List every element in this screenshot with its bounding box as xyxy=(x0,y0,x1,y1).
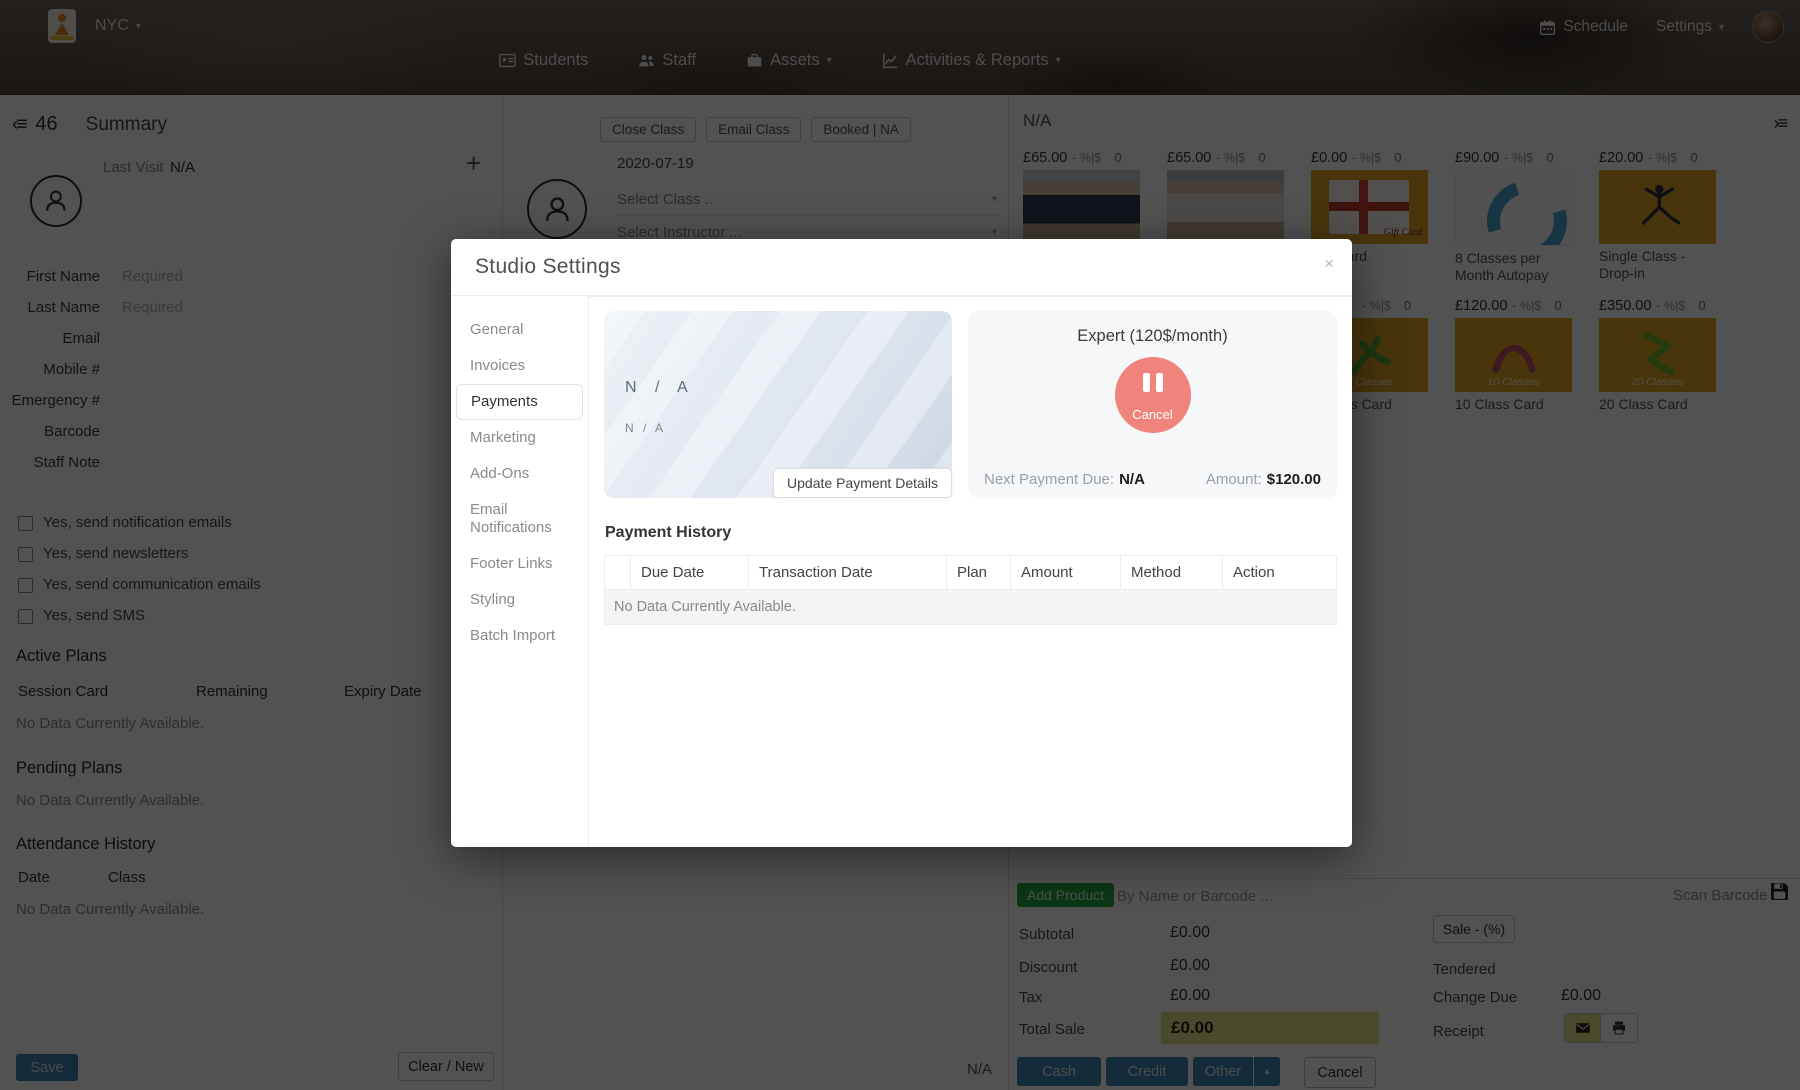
payment-card-preview: N / A N / A Update Payment Details xyxy=(604,311,952,498)
plan-title: Expert (120$/month) xyxy=(1077,327,1228,345)
settings-tab-list: General Invoices Payments Marketing Add-… xyxy=(451,296,588,847)
tab-payments[interactable]: Payments xyxy=(456,384,583,420)
column-header: Due Date xyxy=(630,555,749,590)
column-header: Plan xyxy=(946,555,1011,590)
next-payment-due: Next Payment Due: N/A xyxy=(984,471,1145,488)
modal-title: Studio Settings xyxy=(475,255,621,278)
tab-marketing[interactable]: Marketing xyxy=(451,420,588,456)
subscription-card: Expert (120$/month) Cancel Next Payment … xyxy=(968,311,1337,498)
card-number-value: N / A xyxy=(625,379,695,396)
studio-settings-modal: Studio Settings × General Invoices Payme… xyxy=(451,239,1352,847)
tab-general[interactable]: General xyxy=(451,312,588,348)
tab-styling[interactable]: Styling xyxy=(451,582,588,618)
column-header: Method xyxy=(1120,555,1223,590)
next-due-value: N/A xyxy=(1119,471,1145,488)
tab-footer-links[interactable]: Footer Links xyxy=(451,546,588,582)
column-header: Transaction Date xyxy=(748,555,947,590)
empty-state-text: No Data Currently Available. xyxy=(604,589,1337,625)
amount-label: Amount: xyxy=(1205,471,1262,488)
modal-header: Studio Settings × xyxy=(451,239,1352,296)
payments-tab-panel: N / A N / A Update Payment Details Exper… xyxy=(588,296,1352,847)
tab-add-ons[interactable]: Add-Ons xyxy=(451,456,588,492)
app-window: NYC ▾ Students Staff Assets ▾ Activities… xyxy=(0,0,1800,1090)
tab-invoices[interactable]: Invoices xyxy=(451,348,588,384)
next-due-label: Next Payment Due: xyxy=(984,471,1115,488)
close-icon[interactable]: × xyxy=(1324,254,1334,274)
tab-batch-import[interactable]: Batch Import xyxy=(451,618,588,654)
column-header: Amount xyxy=(1010,555,1121,590)
amount-value: $120.00 xyxy=(1266,471,1321,488)
card-holder-value: N / A xyxy=(625,421,667,435)
cancel-label: Cancel xyxy=(1132,407,1173,422)
amount: Amount: $120.00 xyxy=(1206,471,1321,488)
cancel-subscription-button[interactable]: Cancel xyxy=(1114,357,1191,433)
column-header: Action xyxy=(1222,555,1337,590)
tab-email-notifications[interactable]: Email Notifications xyxy=(451,492,588,546)
payment-history-table: Due Date Transaction Date Plan Amount Me… xyxy=(604,555,1337,625)
update-payment-details-button[interactable]: Update Payment Details xyxy=(773,468,952,498)
payment-history-title: Payment History xyxy=(605,524,732,541)
column-header-blank xyxy=(604,555,631,590)
